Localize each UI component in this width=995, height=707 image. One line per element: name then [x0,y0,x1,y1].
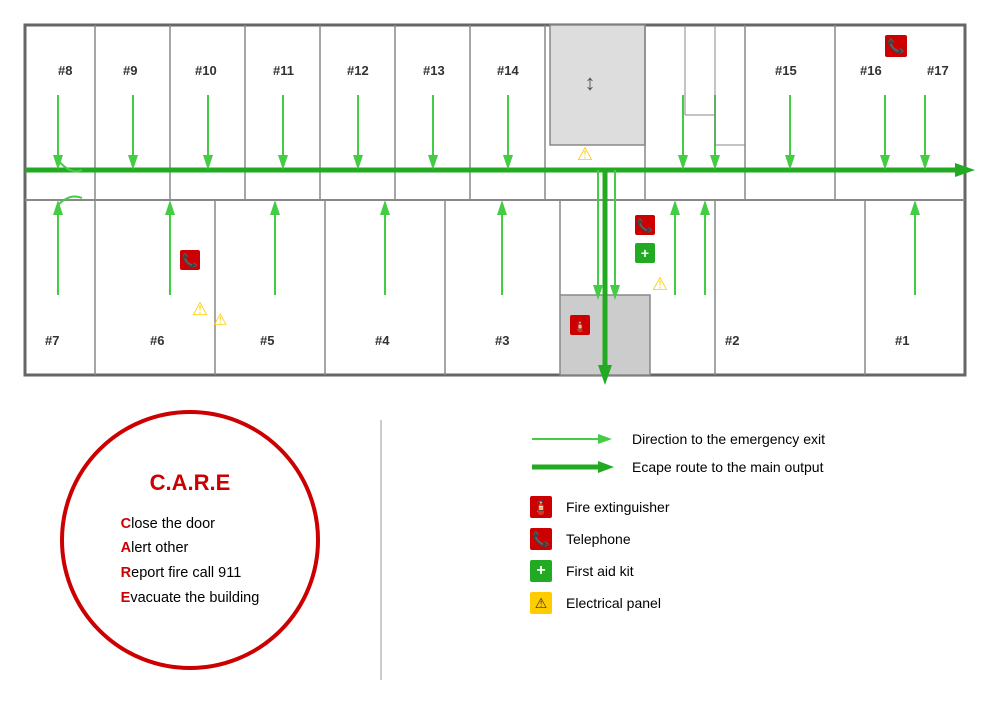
legend-thick-arrow: Ecape route to the main output [530,458,960,476]
svg-text:#11: #11 [273,63,294,78]
care-step-report: Report fire call 911 [121,561,260,586]
svg-text:#9: #9 [123,63,137,78]
svg-text:⚠: ⚠ [213,312,227,329]
legend-electric: ⚠ Electrical panel [530,592,960,614]
svg-text:#16: #16 [860,63,882,78]
legend-thick-arrow-label: Ecape route to the main output [632,459,823,475]
svg-text:#13: #13 [423,63,445,78]
legend-thin-arrow: Direction to the emergency exit [530,430,960,448]
care-step-alert: Alert other [121,536,260,561]
svg-text:#15: #15 [775,63,797,78]
svg-text:#17: #17 [927,63,949,78]
care-title: C.A.R.E [150,470,231,496]
svg-text:📞: 📞 [182,252,199,268]
legend-electric-label: Electrical panel [566,595,661,611]
care-circle: C.A.R.E Close the door Alert other Repor… [60,410,320,670]
legend-firstaid-label: First aid kit [566,563,634,579]
svg-text:#2: #2 [725,333,739,348]
svg-text:📞: 📞 [637,217,654,233]
legend-section: Direction to the emergency exit Ecape ro… [530,430,960,624]
svg-text:⚠: ⚠ [652,274,668,294]
svg-text:#4: #4 [375,333,390,348]
svg-text:#1: #1 [895,333,909,348]
legend-divider [380,420,382,680]
svg-text:📞: 📞 [887,37,905,55]
svg-text:#10: #10 [195,63,217,78]
svg-text:↕: ↕ [585,70,596,95]
legend-fire-ext: 🧯 Fire extinguisher [530,496,960,518]
svg-text:⚠: ⚠ [192,299,208,319]
svg-text:🧯: 🧯 [573,320,587,333]
svg-text:#12: #12 [347,63,369,78]
legend-phone-label: Telephone [566,531,631,547]
svg-text:#14: #14 [497,63,519,78]
svg-text:#8: #8 [58,63,72,78]
svg-text:⚠: ⚠ [577,144,593,164]
svg-text:#7: #7 [45,333,59,348]
svg-text:#6: #6 [150,333,164,348]
svg-text:#3: #3 [495,333,509,348]
svg-text:#5: #5 [260,333,274,348]
care-step-evacuate: Evacuate the building [121,586,260,611]
legend-phone: 📞 Telephone [530,528,960,550]
legend-thin-arrow-label: Direction to the emergency exit [632,431,825,447]
care-steps: Close the door Alert other Report fire c… [121,512,260,611]
care-step-close: Close the door [121,512,260,537]
svg-text:+: + [641,245,649,261]
legend-firstaid: + First aid kit [530,560,960,582]
legend-fire-ext-label: Fire extinguisher [566,499,670,515]
floor-plan: ↕ #8 #9 #10 #11 #12 #13 #14 #15 #16 #17 … [15,15,975,385]
